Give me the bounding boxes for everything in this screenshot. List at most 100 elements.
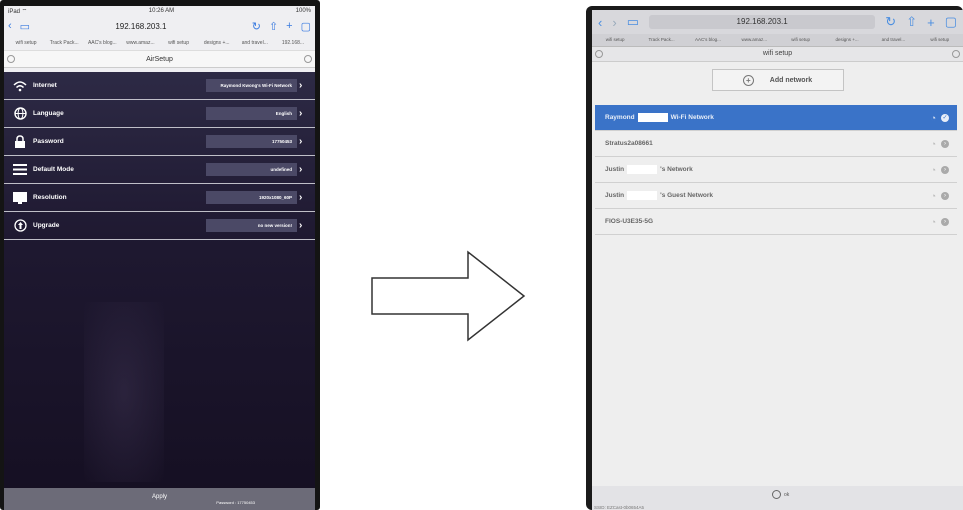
- airsetup-screen: iPad ⌔ 10:26 AM 100% ‹ ▭ 192.168.203.1 ↻…: [4, 6, 315, 510]
- wifi-signal-icon: ◔: [930, 164, 936, 175]
- apply-password-label: Password : 17750453: [216, 499, 255, 505]
- share-icon[interactable]: ⇧: [269, 20, 278, 33]
- carrier-label: iPad ⌔: [8, 9, 28, 15]
- bookmark-item[interactable]: www.amaz...: [731, 34, 777, 46]
- bookmark-item[interactable]: and travel...: [870, 34, 916, 46]
- back-icon[interactable]: ‹: [8, 20, 12, 32]
- chevron-right-icon: ›: [299, 220, 303, 231]
- chevron-right-icon: ›: [299, 164, 303, 175]
- setting-value: undefined: [206, 163, 297, 176]
- bookmark-item[interactable]: designs +...: [198, 40, 236, 46]
- ssid-label: SSID: EZCast-0b0654A5: [594, 505, 645, 510]
- bookmark-item[interactable]: wifi setup: [7, 40, 45, 46]
- circle-icon[interactable]: [304, 55, 312, 63]
- page-title-bar: AirSetup: [4, 51, 315, 68]
- network-name: Justin's Guest Network: [605, 191, 713, 200]
- new-tab-icon[interactable]: +: [286, 20, 292, 32]
- bookmark-item[interactable]: Track Pack...: [638, 34, 684, 46]
- setting-value: English: [206, 107, 297, 120]
- network-list: Raymond Wi-Fi Network ◔ ✓ Stratus2a08661 …: [595, 105, 957, 235]
- network-name: Justin's Network: [605, 165, 693, 174]
- circle-icon[interactable]: [952, 50, 960, 58]
- upgrade-icon: [12, 219, 28, 233]
- detail-arrow-icon[interactable]: ›: [941, 217, 949, 226]
- setting-value: 1920x1080_60P: [206, 191, 297, 204]
- new-tab-icon[interactable]: +: [927, 15, 935, 30]
- address-bar[interactable]: 192.168.203.1: [648, 15, 876, 29]
- network-row[interactable]: Stratus2a08661 ◔ ›: [595, 131, 957, 157]
- network-row[interactable]: FIOS-U3E35-5G ◔ ›: [595, 209, 957, 235]
- network-row[interactable]: Justin's Guest Network ◔ ›: [595, 183, 957, 209]
- circle-icon[interactable]: [595, 50, 603, 58]
- redaction-box: [627, 191, 658, 200]
- redaction-box: [637, 113, 668, 122]
- bookmark-item[interactable]: wifi setup: [917, 34, 963, 46]
- bookmark-item[interactable]: www.amaz...: [121, 40, 159, 46]
- wifi-signal-icon: ◔: [930, 138, 936, 149]
- wifi-signal-icon: ◔: [930, 190, 936, 201]
- setting-value: no new version!: [206, 219, 297, 232]
- checkmark-icon[interactable]: ✓: [941, 113, 949, 122]
- forward-icon[interactable]: ›: [612, 15, 616, 30]
- reload-icon[interactable]: ↻: [252, 20, 261, 33]
- tabs-icon[interactable]: ▢: [301, 20, 311, 33]
- bookmarks-icon[interactable]: ▭: [20, 20, 30, 33]
- detail-arrow-icon[interactable]: ›: [941, 165, 949, 174]
- reload-icon[interactable]: ↻: [885, 14, 896, 30]
- setting-row-default-mode[interactable]: Default Mode undefined ›: [4, 156, 315, 184]
- lock-icon: [12, 135, 28, 149]
- circle-icon[interactable]: [7, 55, 15, 63]
- bookmark-item[interactable]: AAC's blog...: [685, 34, 731, 46]
- bookmark-item[interactable]: designs +...: [824, 34, 870, 46]
- display-icon: [12, 191, 28, 205]
- bookmark-item[interactable]: wifi setup: [778, 34, 824, 46]
- network-name: Stratus2a08661: [605, 140, 653, 147]
- circle-icon: [772, 490, 781, 499]
- chevron-right-icon: ›: [299, 136, 303, 147]
- network-row[interactable]: Justin's Network ◔ ›: [595, 157, 957, 183]
- apply-button[interactable]: Apply Password : 17750453: [4, 488, 315, 510]
- setting-label: Password: [33, 138, 64, 145]
- setting-row-resolution[interactable]: Resolution 1920x1080_60P ›: [4, 184, 315, 212]
- address-bar[interactable]: 192.168.203.1: [38, 22, 244, 31]
- ok-button[interactable]: ok: [772, 490, 789, 499]
- network-name: Raymond Wi-Fi Network: [605, 113, 714, 122]
- apply-label: Apply: [151, 493, 167, 500]
- setting-label: Default Mode: [33, 166, 74, 173]
- detail-arrow-icon[interactable]: ›: [941, 139, 949, 148]
- bookmark-item[interactable]: AAC's blog...: [83, 40, 121, 46]
- browser-toolbar: ‹ ▭ 192.168.203.1 ↻ ⇧ + ▢: [4, 16, 315, 36]
- back-icon[interactable]: ‹: [598, 15, 602, 30]
- chevron-right-icon: ›: [299, 108, 303, 119]
- browser-toolbar: ‹ › ▭ 192.168.203.1 ↻ ⇧ + ▢: [592, 10, 963, 34]
- wifi-setup-screen: ‹ › ▭ 192.168.203.1 ↻ ⇧ + ▢ wifi setup T…: [592, 10, 963, 510]
- share-icon[interactable]: ⇧: [906, 14, 917, 30]
- setting-value: Raymond Kwong's Wi-Fi Network: [206, 79, 297, 92]
- add-network-button[interactable]: + Add network: [711, 69, 844, 91]
- setting-row-password[interactable]: Password 17750453 ›: [4, 128, 315, 156]
- setting-label: Language: [33, 110, 64, 117]
- bookmark-item[interactable]: wifi setup: [160, 40, 198, 46]
- bookmark-item[interactable]: Track Pack...: [45, 40, 83, 46]
- chevron-right-icon: ›: [299, 80, 303, 91]
- bookmark-item[interactable]: wifi setup: [592, 34, 638, 46]
- bookmark-item[interactable]: 192.168...: [274, 40, 312, 46]
- bookmarks-icon[interactable]: ▭: [627, 14, 639, 30]
- tabs-icon[interactable]: ▢: [945, 14, 957, 30]
- setting-row-upgrade[interactable]: Upgrade no new version! ›: [4, 212, 315, 240]
- network-name: FIOS-U3E35-5G: [605, 218, 654, 225]
- globe-icon: [12, 107, 28, 121]
- page-title-bar: wifi setup: [592, 47, 963, 62]
- plus-circle-icon: +: [742, 74, 754, 86]
- left-tablet: iPad ⌔ 10:26 AM 100% ‹ ▭ 192.168.203.1 ↻…: [0, 0, 320, 510]
- wifi-signal-icon: ◔: [930, 216, 936, 227]
- network-row[interactable]: Raymond Wi-Fi Network ◔ ✓: [595, 105, 957, 131]
- bookmark-item[interactable]: and travel...: [236, 40, 274, 46]
- chevron-right-icon: ›: [299, 192, 303, 203]
- setting-row-language[interactable]: Language English ›: [4, 100, 315, 128]
- clock-label: 10:26 AM: [148, 8, 175, 14]
- setting-value: 17750453: [206, 135, 297, 148]
- setting-row-internet[interactable]: Internet Raymond Kwong's Wi-Fi Network ›: [4, 72, 315, 100]
- detail-arrow-icon[interactable]: ›: [941, 191, 949, 200]
- add-network-label: Add network: [769, 76, 813, 84]
